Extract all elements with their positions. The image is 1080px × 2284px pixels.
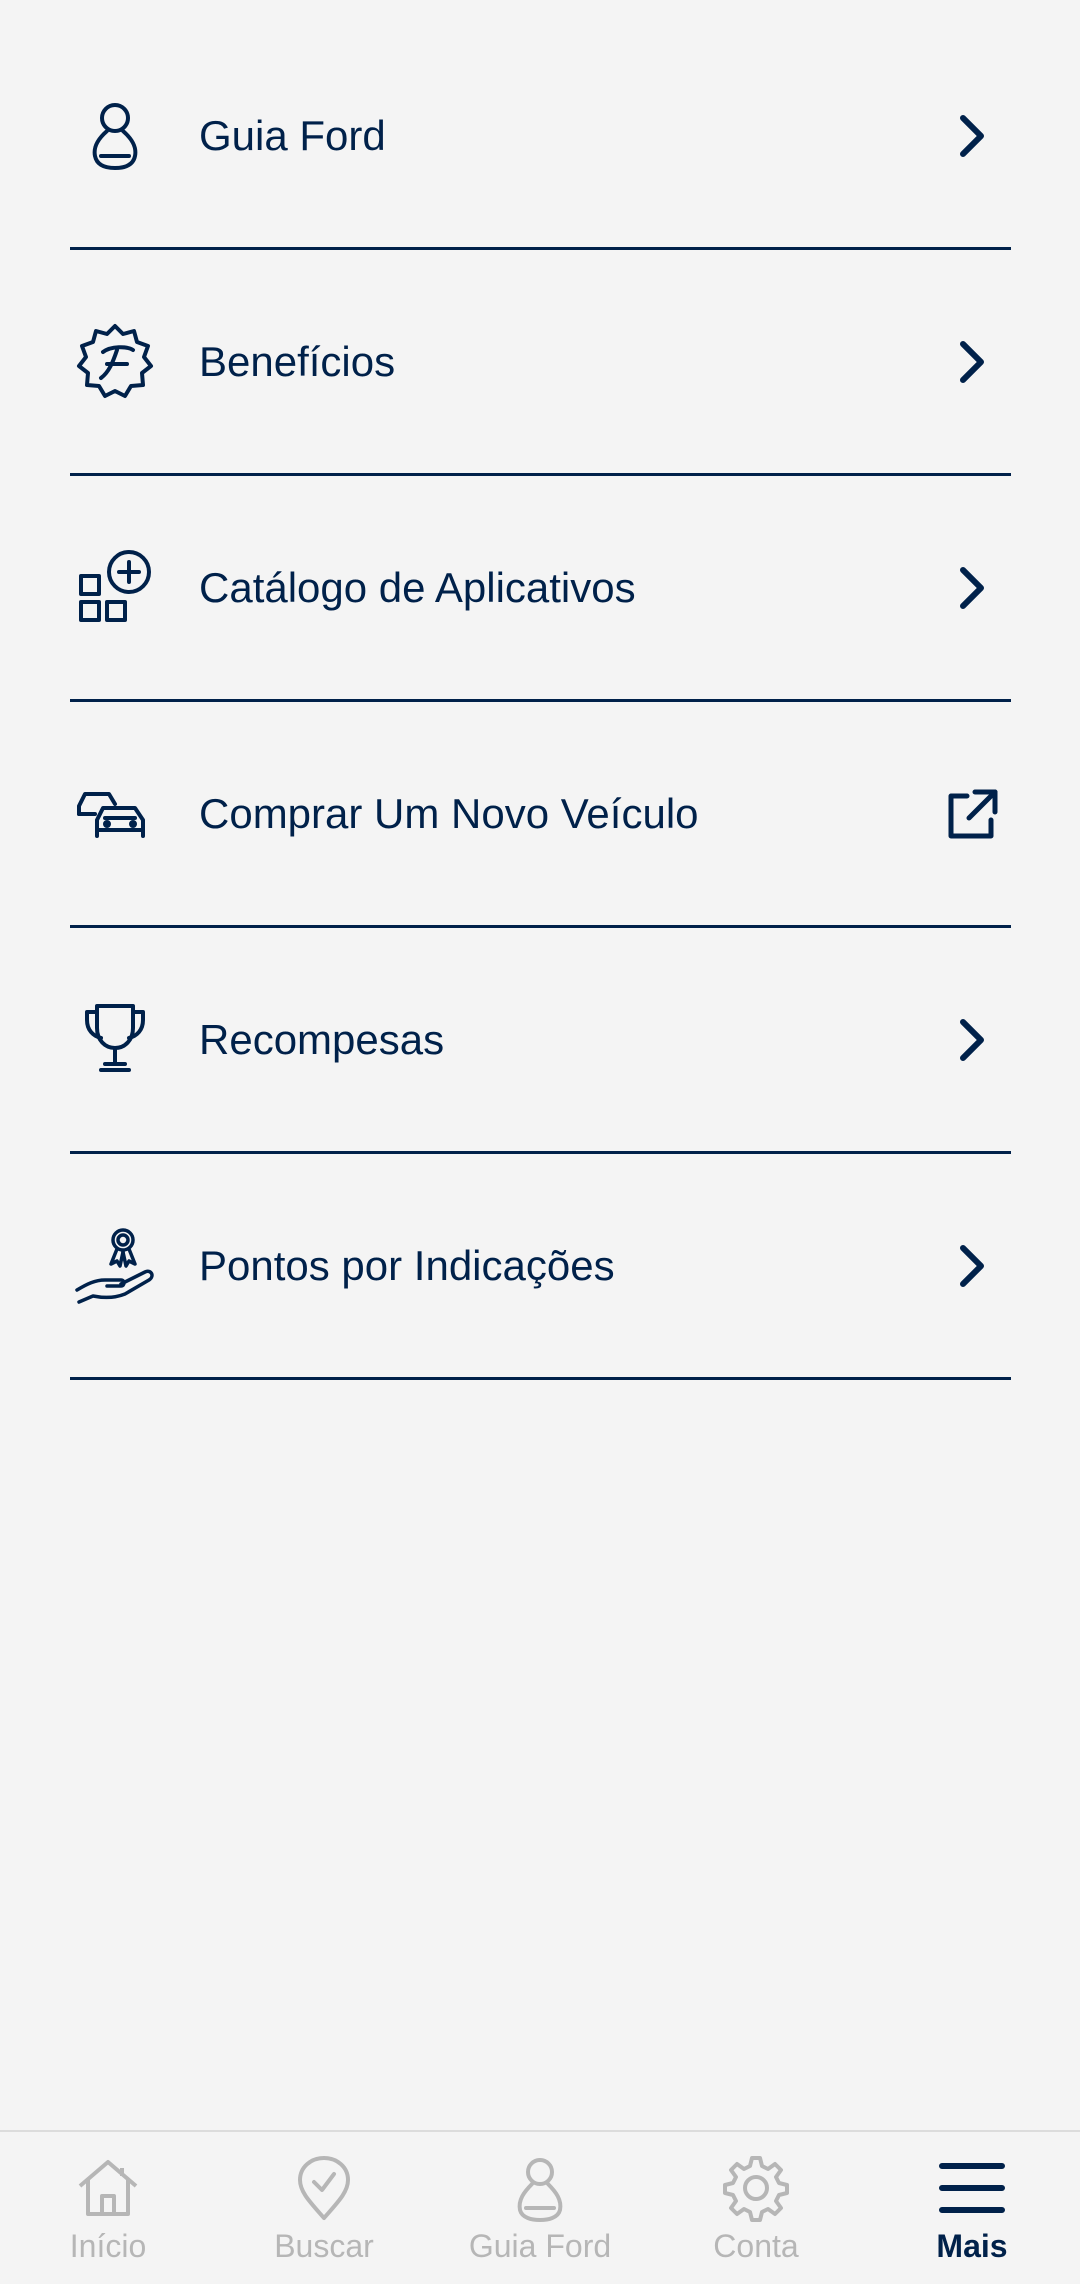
menu-item-pontos-indicacoes[interactable]: Pontos por Indicações	[70, 1154, 1011, 1380]
person-icon	[70, 91, 160, 181]
chevron-right-icon	[941, 332, 1001, 392]
award-hand-icon	[70, 1221, 160, 1311]
menu-item-label: Benefícios	[199, 337, 396, 385]
tab-mais[interactable]: Mais	[864, 2132, 1080, 2284]
menu-item-recompesas[interactable]: Recompesas	[70, 928, 1011, 1154]
tab-label: Guia Ford	[468, 2228, 612, 2264]
menu-item-comprar-novo-veiculo[interactable]: Comprar Um Novo Veículo	[70, 702, 1011, 928]
cars-icon	[70, 769, 160, 859]
menu-item-label: Pontos por Indicações	[199, 1241, 615, 1289]
map-pin-icon	[298, 2156, 350, 2220]
menu-item-label: Comprar Um Novo Veículo	[199, 789, 699, 837]
tab-label: Buscar	[274, 2228, 374, 2264]
menu-item-label: Catálogo de Aplicativos	[199, 563, 636, 611]
gear-icon	[723, 2156, 789, 2222]
menu-icon	[939, 2163, 1005, 2213]
menu-item-label: Guia Ford	[199, 111, 386, 159]
menu-item-guia-ford[interactable]: Guia Ford	[70, 24, 1011, 250]
tab-guia-ford[interactable]: Guia Ford	[432, 2132, 648, 2284]
tab-inicio[interactable]: Início	[0, 2132, 216, 2284]
external-link-icon	[941, 784, 1001, 844]
person-icon	[517, 2158, 563, 2222]
chevron-right-icon	[941, 106, 1001, 166]
ford-badge-icon	[70, 317, 160, 407]
chevron-right-icon	[941, 1010, 1001, 1070]
tab-label: Início	[69, 2228, 147, 2264]
more-menu-screen: Guia Ford Benefícios Catálogo de Aplicat…	[0, 0, 1080, 2284]
chevron-right-icon	[941, 1236, 1001, 1296]
chevron-right-icon	[941, 558, 1001, 618]
app-catalog-icon	[70, 543, 160, 633]
menu-item-catalogo-aplicativos[interactable]: Catálogo de Aplicativos	[70, 476, 1011, 702]
tab-conta[interactable]: Conta	[648, 2132, 864, 2284]
menu-item-beneficios[interactable]: Benefícios	[70, 250, 1011, 476]
home-icon	[78, 2160, 138, 2216]
tab-buscar[interactable]: Buscar	[216, 2132, 432, 2284]
menu-list: Guia Ford Benefícios Catálogo de Aplicat…	[70, 24, 1011, 1380]
trophy-icon	[70, 995, 160, 1085]
bottom-navigation: Início Buscar Guia Ford Conta Mais	[0, 2130, 1080, 2284]
tab-label: Mais	[936, 2228, 1008, 2264]
menu-item-label: Recompesas	[199, 1015, 445, 1063]
tab-label: Conta	[713, 2228, 799, 2264]
